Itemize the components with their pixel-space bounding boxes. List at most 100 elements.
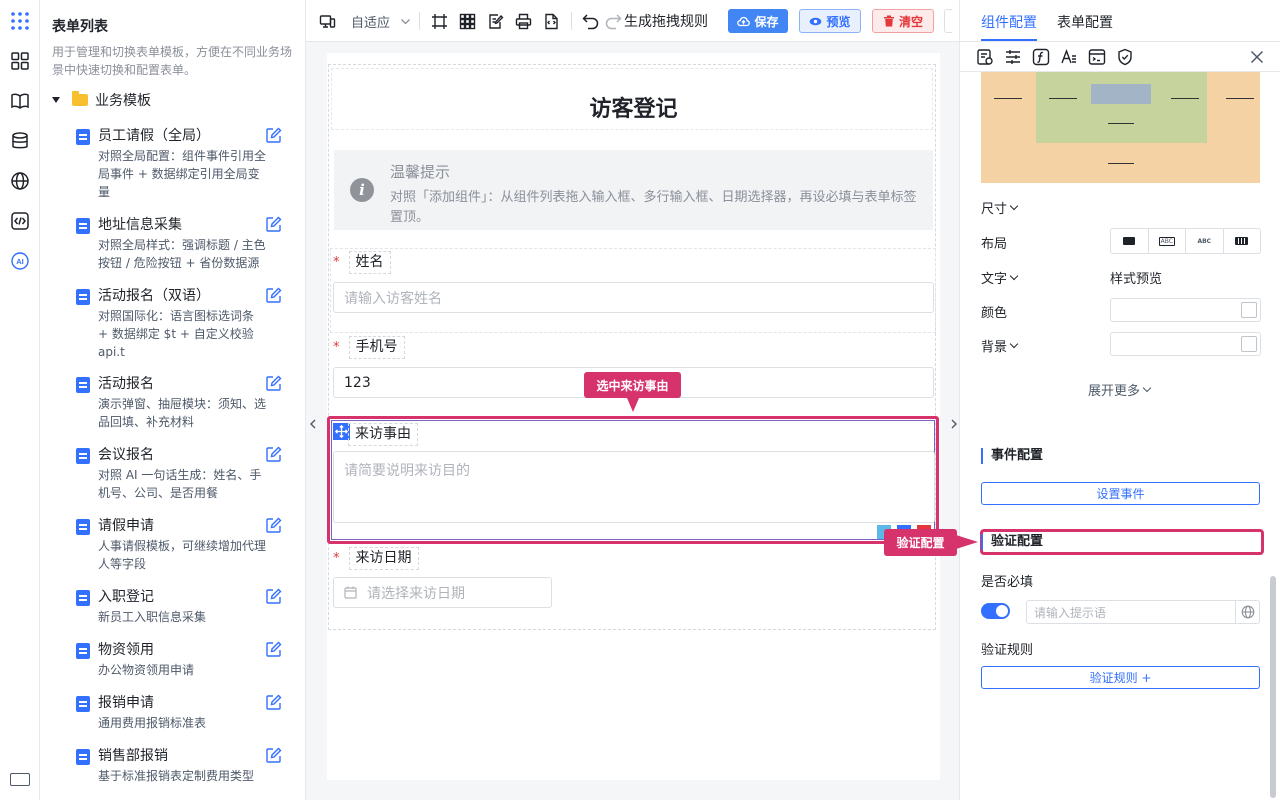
document-icon <box>76 590 90 606</box>
expand-more-button[interactable]: 展开更多 <box>1088 380 1152 399</box>
chevron-down-icon <box>1009 201 1019 210</box>
panel-scrollbar[interactable] <box>1270 576 1276 798</box>
terminal-icon[interactable] <box>1088 48 1106 66</box>
layout-block-option[interactable] <box>1111 229 1149 253</box>
date-placeholder: 请选择来访日期 <box>367 585 465 602</box>
flex-icon: ABC <box>1197 237 1212 245</box>
generate-rule-label: 生成拖拽规则 <box>624 14 708 30</box>
size-section-toggle[interactable]: 尺寸 <box>981 198 1019 217</box>
background-section-toggle[interactable]: 背景 <box>981 336 1019 355</box>
color-picker-icon[interactable] <box>1241 302 1257 318</box>
edit-icon[interactable] <box>265 641 282 658</box>
template-name: 物资领用 <box>98 642 154 658</box>
edit-icon[interactable] <box>265 446 282 463</box>
layout-label: 布局 <box>981 237 1008 252</box>
database-icon[interactable] <box>9 130 31 152</box>
document-icon <box>76 519 90 535</box>
chevron-down-icon <box>1009 339 1019 348</box>
set-event-button[interactable]: 设置事件 <box>981 482 1260 505</box>
code-icon[interactable] <box>9 210 31 232</box>
widgets-icon[interactable] <box>9 50 31 72</box>
edit-icon[interactable] <box>265 517 282 534</box>
device-mode-label: 自适应 <box>351 15 391 31</box>
layout-flex-option[interactable]: ABC <box>1186 229 1224 253</box>
sliders-icon[interactable] <box>1004 48 1022 66</box>
template-desc: 演示弹窗、抽屉模块：须知、选品回填、补充材料 <box>98 397 267 429</box>
name-input[interactable]: 请输入访客姓名 <box>333 282 934 313</box>
frame-icon[interactable] <box>431 11 448 31</box>
template-name: 员工请假（全局） <box>98 128 210 144</box>
edit-icon[interactable] <box>265 216 282 233</box>
tab-component-config[interactable]: 组件配置 <box>981 12 1037 41</box>
text-style-icon[interactable] <box>1060 48 1078 66</box>
chevron-down-icon <box>401 18 410 24</box>
icon-rail: AI <box>0 0 40 800</box>
keyboard-icon[interactable] <box>10 773 30 786</box>
edit-icon[interactable] <box>265 747 282 764</box>
book-icon[interactable] <box>9 90 31 112</box>
form-canvas: 访客登记 i 温馨提示 对照「添加组件」：从组件列表拖入输入框、多行输入框、日期… <box>306 42 959 800</box>
template-name: 入职登记 <box>98 589 154 605</box>
json-icon[interactable] <box>543 11 560 31</box>
reason-label: 来访事由 <box>348 423 418 446</box>
date-picker[interactable]: 请选择来访日期 <box>333 577 552 608</box>
tip-message-input[interactable]: 请输入提示语 <box>1026 600 1260 624</box>
text-section-toggle[interactable]: 文字 <box>981 268 1019 287</box>
undo-icon[interactable] <box>582 11 599 31</box>
layout-inline-block-option[interactable] <box>1224 229 1261 253</box>
phone-label: * 手机号 <box>333 336 405 359</box>
template-desc: 通用费用报销标准表 <box>98 716 207 730</box>
selected-component-reason[interactable]: 来访事由 请简要说明来访目的 <box>327 416 939 544</box>
preview-label: 预览 <box>826 14 851 29</box>
folder-business-templates[interactable]: 业务模板 <box>52 90 151 110</box>
chevron-down-icon <box>1009 271 1019 280</box>
print-icon[interactable] <box>515 11 532 31</box>
close-icon[interactable] <box>1248 48 1266 66</box>
template-name: 销售部报销 <box>98 748 168 764</box>
callout-arrow <box>956 535 978 549</box>
document-icon <box>76 643 90 659</box>
document-icon <box>76 448 90 464</box>
device-icon[interactable] <box>319 11 336 31</box>
clear-button[interactable]: 清空 <box>872 9 934 33</box>
layout-inline-option[interactable]: ABC <box>1149 229 1186 253</box>
globe-icon[interactable] <box>9 170 31 192</box>
save-button[interactable]: 保存 <box>728 9 788 33</box>
grid-icon[interactable] <box>459 11 476 31</box>
apps-grid-icon[interactable] <box>9 10 31 32</box>
edit-icon[interactable] <box>265 694 282 711</box>
device-mode-select[interactable]: 自适应 <box>351 11 411 31</box>
generate-rule-button[interactable]: 生成拖拽规则 <box>605 11 708 31</box>
collapse-left-toggle[interactable] <box>307 409 319 439</box>
props-icon[interactable] <box>976 48 994 66</box>
add-rule-button[interactable]: 验证规则 + <box>981 666 1260 689</box>
layout-segmented-control[interactable]: ABC ABC <box>1110 228 1261 254</box>
color-picker-icon[interactable] <box>1241 336 1257 352</box>
template-desc: 人事请假模板，可继续增加代理人等字段 <box>98 539 267 571</box>
event-section-title: 事件配置 <box>981 448 1043 464</box>
edit-icon[interactable] <box>265 287 282 304</box>
alert-desc: 对照「添加组件」：从组件列表拖入输入框、多行输入框、日期选择器，再设必填与表单标… <box>390 190 917 225</box>
more-button-edge[interactable] <box>944 9 952 33</box>
form-edit-icon[interactable] <box>487 11 504 31</box>
sidebar-description: 用于管理和切换表单模板，方便在不同业务场景中快速切换和配置表单。 <box>52 45 293 77</box>
edit-icon[interactable] <box>265 375 282 392</box>
function-icon[interactable] <box>1032 48 1050 66</box>
edit-icon[interactable] <box>265 588 282 605</box>
background-input[interactable] <box>1110 332 1261 356</box>
save-label: 保存 <box>754 14 779 29</box>
required-switch[interactable] <box>981 603 1010 619</box>
rules-label: 验证规则 <box>981 643 1034 658</box>
color-input[interactable] <box>1110 298 1261 322</box>
template-desc: 对照 AI 一句话生成：姓名、手机号、公司、是否用餐 <box>98 468 262 500</box>
preview-button[interactable]: 预览 <box>799 9 861 33</box>
required-label: 是否必填 <box>981 575 1034 590</box>
caret-down-icon[interactable] <box>52 97 60 103</box>
ai-icon[interactable]: AI <box>9 250 31 272</box>
edit-icon[interactable] <box>265 127 282 144</box>
block-icon <box>1123 237 1136 245</box>
globe-icon[interactable] <box>1235 601 1259 623</box>
shield-icon[interactable] <box>1116 48 1134 66</box>
reason-textarea[interactable]: 请简要说明来访目的 <box>333 451 935 523</box>
tab-form-config[interactable]: 表单配置 <box>1057 12 1113 32</box>
